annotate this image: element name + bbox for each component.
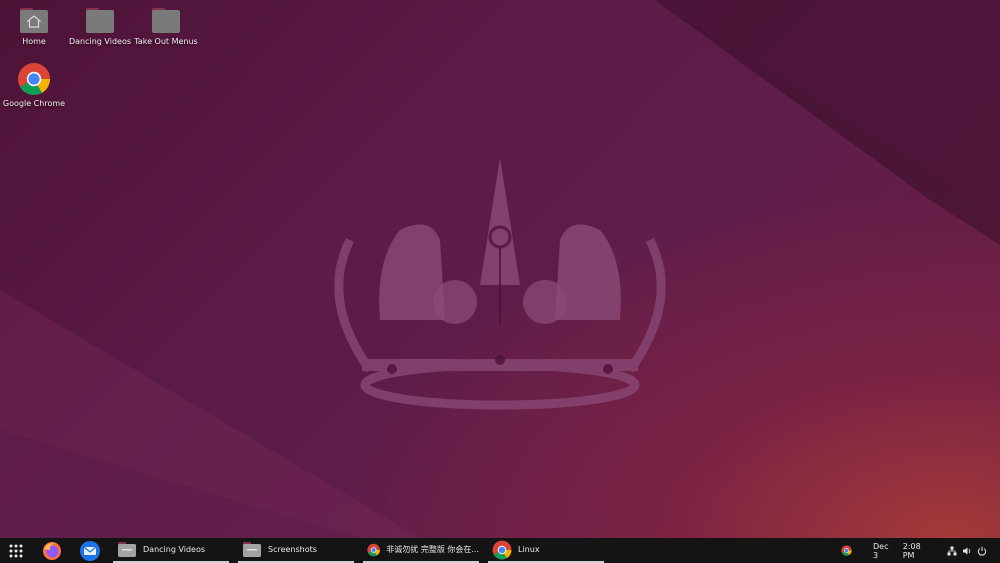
taskbar-window-label: 非诚勿扰 完整版 你会在... — [386, 545, 479, 554]
power-button[interactable] — [977, 538, 989, 563]
taskbar-window-chrome-video[interactable]: 非诚勿扰 完整版 你会在... — [363, 538, 479, 563]
taskbar-window-label: Screenshots — [268, 545, 317, 554]
chrome-tray-icon — [841, 545, 852, 556]
thunderbird-icon — [80, 540, 100, 561]
clock-time: 2:08 PM — [902, 541, 921, 560]
desktop-icon-label: Take Out Menus — [134, 37, 198, 46]
chrome-icon — [367, 543, 380, 556]
volume-button[interactable] — [962, 538, 974, 563]
folder-icon — [243, 542, 261, 557]
chrome-tray-button[interactable] — [841, 538, 853, 563]
taskbar-window-label: Linux — [518, 545, 540, 554]
desktop-icon-home[interactable]: Home — [1, 6, 67, 46]
volume-icon — [963, 547, 971, 554]
taskbar-window-dancing-videos[interactable]: Dancing Videos — [113, 538, 229, 563]
firefox-icon — [43, 541, 61, 560]
desktop: Home Dancing Videos Take Out Menus Googl… — [0, 0, 1000, 538]
firefox-launcher[interactable] — [42, 538, 64, 563]
taskbar-window-chrome-linux[interactable]: Linux — [488, 538, 604, 563]
desktop-icon-take-out-menus[interactable]: Take Out Menus — [133, 6, 199, 46]
chrome-icon — [492, 540, 512, 559]
desktop-icon-label: Home — [22, 37, 46, 46]
power-icon — [977, 546, 987, 556]
app-grid-icon — [9, 544, 23, 557]
desktop-icon-label: Dancing Videos — [68, 37, 132, 46]
desktop-icon-google-chrome[interactable]: Google Chrome — [1, 62, 67, 108]
taskbar-window-screenshots[interactable]: Screenshots — [238, 538, 354, 563]
thunderbird-launcher[interactable] — [79, 538, 101, 563]
folder-icon — [152, 8, 180, 33]
app-grid-button[interactable] — [8, 538, 26, 563]
chrome-icon — [18, 63, 51, 96]
folder-icon — [118, 542, 136, 557]
taskbar-window-label: Dancing Videos — [143, 545, 206, 554]
desktop-icon-label: Google Chrome — [2, 99, 66, 108]
taskbar: Dancing Videos Screenshots 非诚勿扰 完整版 你会在.… — [0, 538, 1000, 563]
network-button[interactable] — [947, 538, 959, 563]
home-folder-icon — [20, 8, 48, 33]
clock-date: Dec 3 — [873, 541, 889, 560]
desktop-icon-dancing-videos[interactable]: Dancing Videos — [67, 6, 133, 46]
network-icon — [947, 546, 957, 555]
clock[interactable]: Dec 3 2:08 PM — [873, 538, 933, 563]
wallpaper — [0, 0, 1000, 538]
folder-icon — [86, 8, 114, 33]
